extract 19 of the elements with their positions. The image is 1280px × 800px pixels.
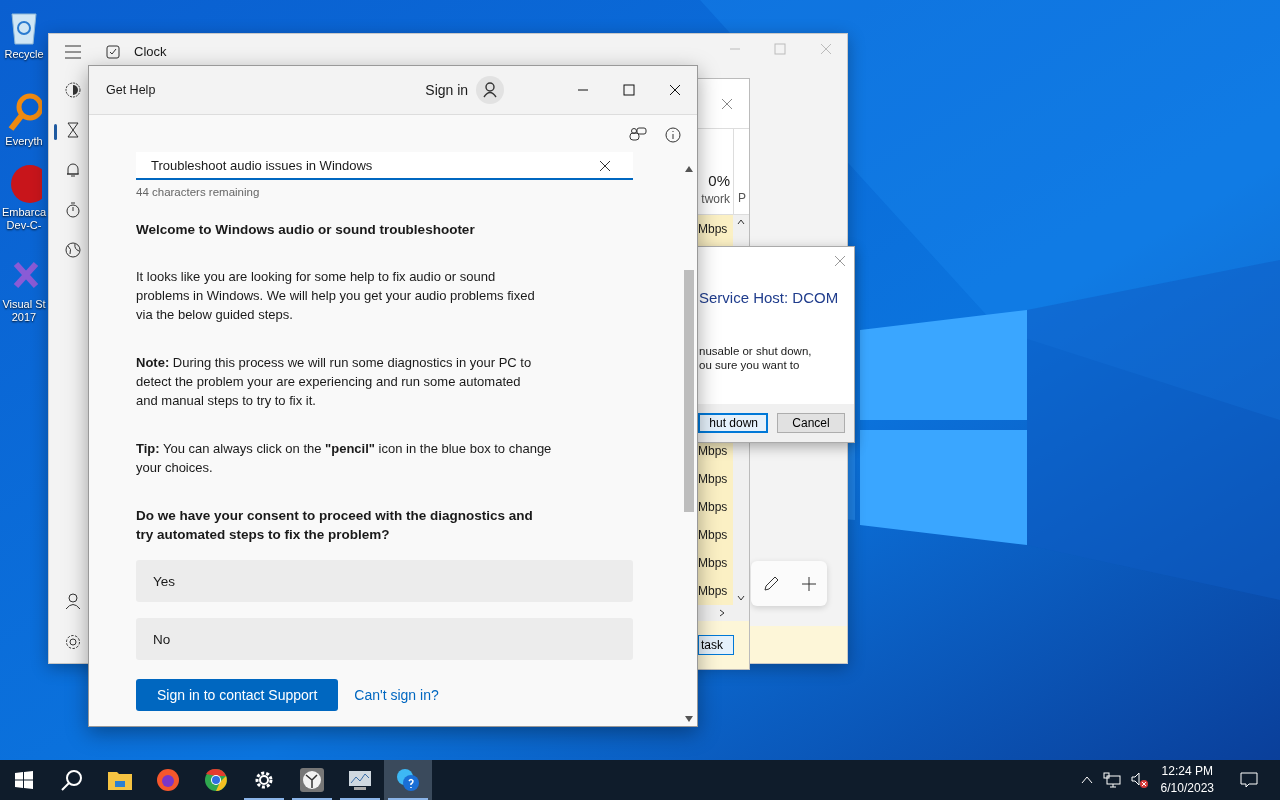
heading: Welcome to Windows audio or sound troubleshooter — [136, 222, 476, 237]
column-label: twork — [701, 192, 730, 206]
question: Do we have your consent to proceed with the diagnostics and try automated steps to fix the problem? — [136, 507, 534, 544]
table-cell-text: Mbps — [698, 499, 729, 516]
paragraph: Tip: You can always click on the "pencil" icon in the blue box to change your choices. — [136, 440, 553, 477]
network-percent: 0% — [708, 172, 730, 189]
table-cell-text: Mbps — [698, 527, 729, 544]
window-title: Get Help — [106, 83, 156, 97]
table-cell-text: Mbps — [698, 221, 729, 238]
table-cell-text: Mbps — [698, 471, 729, 488]
dialog-message: nusable or shut down, ou sure you want to — [698, 344, 813, 372]
table-cell-text: Mbps — [698, 443, 729, 460]
paragraph: Note: During this process we will run some diagnostics in your PC to detect the problem your are experiencing and run some automated and manual steps to try to fix it. — [136, 354, 533, 410]
character-counter: 44 characters remaining — [136, 186, 261, 198]
table-cell-text: Mbps — [698, 555, 729, 572]
paragraph: It looks like you are looking for some help to fix audio or sound problems in Windows. We will help you get your audio problems fixed via the below guided steps. — [136, 268, 536, 324]
table-cell-text: Mbps — [698, 583, 729, 600]
dialog-title: Service Host: DCOM — [698, 289, 840, 306]
window-title: Clock — [134, 44, 167, 59]
